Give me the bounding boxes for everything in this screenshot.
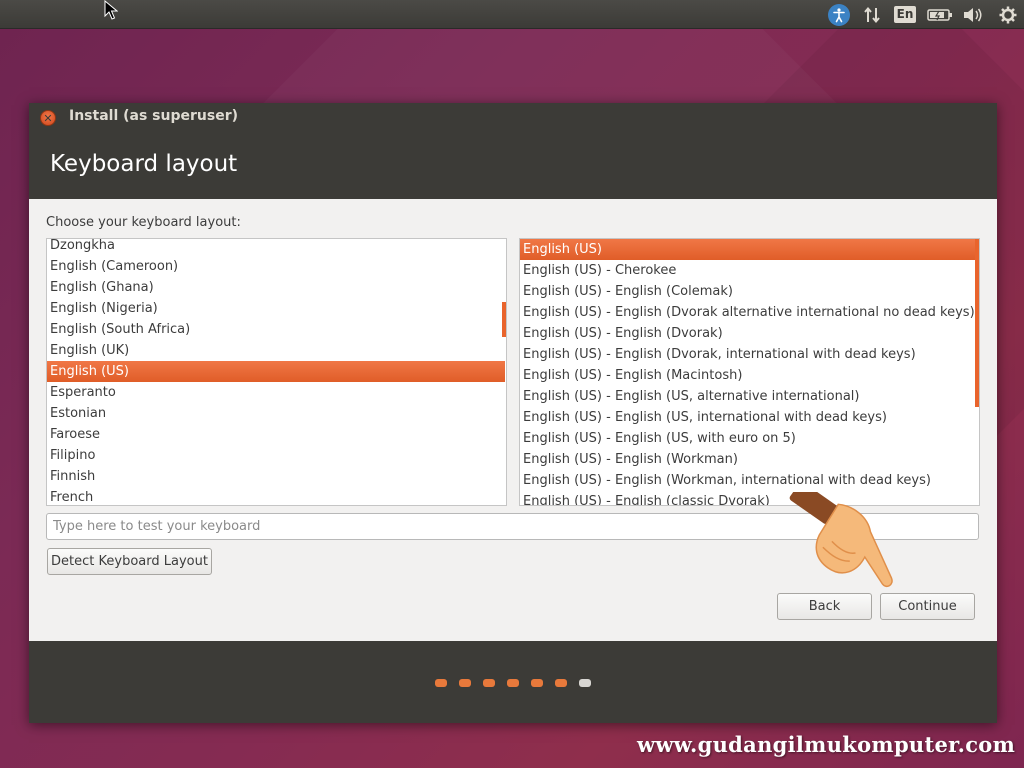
close-window-button[interactable]: ✕: [40, 110, 56, 126]
layout-list-scrollbar[interactable]: [502, 302, 506, 337]
language-indicator-label: En: [893, 6, 917, 23]
layout-list-item[interactable]: English (Nigeria): [47, 298, 505, 319]
installer-window: ✕ Install (as superuser) Keyboard layout…: [29, 103, 997, 723]
progress-dot: [507, 679, 519, 687]
layout-list-item[interactable]: English (South Africa): [47, 319, 505, 340]
variant-list-item[interactable]: English (US) - English (Workman): [520, 449, 975, 470]
progress-dot: [459, 679, 471, 687]
variant-list-item[interactable]: English (US) - English (US, alternative …: [520, 386, 975, 407]
progress-dot: [531, 679, 543, 687]
layout-list-item[interactable]: English (Cameroon): [47, 256, 505, 277]
choose-layout-label: Choose your keyboard layout:: [46, 215, 241, 230]
window-title: Install (as superuser): [69, 108, 238, 124]
window-titlebar: ✕ Install (as superuser) Keyboard layout: [29, 103, 997, 199]
progress-footer: [29, 641, 997, 723]
top-panel: En: [0, 0, 1024, 29]
settings-gear-icon[interactable]: [996, 0, 1020, 29]
layout-list-item[interactable]: Dzongkha: [47, 239, 505, 256]
progress-dot: [579, 679, 591, 687]
layout-list-item[interactable]: Filipino: [47, 445, 505, 466]
layout-list-item[interactable]: French: [47, 487, 505, 505]
detect-keyboard-layout-button[interactable]: Detect Keyboard Layout: [47, 548, 212, 575]
variant-list-item[interactable]: English (US) - English (Dvorak alternati…: [520, 302, 975, 323]
keyboard-layout-list[interactable]: Dzongkha English (Cameroon) English (Ghana…: [46, 238, 507, 506]
variant-list-item[interactable]: English (US) - Cherokee: [520, 260, 975, 281]
variant-list-item[interactable]: English (US) - English (Colemak): [520, 281, 975, 302]
language-indicator[interactable]: En: [893, 0, 917, 29]
watermark: www.gudangilmukomputer.com: [637, 732, 1016, 757]
variant-list-scrollbar[interactable]: [975, 239, 979, 407]
variant-list-item[interactable]: English (US): [520, 239, 975, 260]
variant-list-item[interactable]: English (US) - English (US, internationa…: [520, 407, 975, 428]
variant-list-item[interactable]: English (US) - English (Dvorak, internat…: [520, 344, 975, 365]
variant-list-item[interactable]: English (US) - English (Workman, interna…: [520, 470, 975, 491]
progress-dots: [435, 679, 591, 687]
progress-dot: [435, 679, 447, 687]
variant-list-item[interactable]: English (US) - English (Macintosh): [520, 365, 975, 386]
back-button[interactable]: Back: [777, 593, 872, 620]
layout-list-item[interactable]: Faroese: [47, 424, 505, 445]
layout-list-item[interactable]: English (UK): [47, 340, 505, 361]
mouse-cursor-icon: [104, 0, 119, 24]
close-icon: ✕: [43, 111, 53, 125]
variant-list-item[interactable]: English (US) - English (classic Dvorak): [520, 491, 975, 505]
content-area: Choose your keyboard layout: Dzongkha Eng…: [29, 199, 997, 641]
layout-list-item[interactable]: Estonian: [47, 403, 505, 424]
network-icon[interactable]: [860, 0, 884, 29]
layout-list-item[interactable]: Esperanto: [47, 382, 505, 403]
layout-list-item[interactable]: Finnish: [47, 466, 505, 487]
page-title: Keyboard layout: [50, 151, 238, 177]
accessibility-icon[interactable]: [827, 0, 851, 29]
layout-list-item[interactable]: English (US): [47, 361, 505, 382]
progress-dot: [555, 679, 567, 687]
continue-button[interactable]: Continue: [880, 593, 975, 620]
variant-list-item[interactable]: English (US) - English (US, with euro on…: [520, 428, 975, 449]
battery-icon[interactable]: [925, 0, 955, 29]
variant-list-item[interactable]: English (US) - English (Dvorak): [520, 323, 975, 344]
keyboard-variant-list[interactable]: English (US) English (US) - Cherokee Engli…: [519, 238, 980, 506]
progress-dot: [483, 679, 495, 687]
layout-list-item[interactable]: English (Ghana): [47, 277, 505, 298]
volume-icon[interactable]: [960, 0, 986, 29]
keyboard-test-input[interactable]: [46, 513, 979, 540]
